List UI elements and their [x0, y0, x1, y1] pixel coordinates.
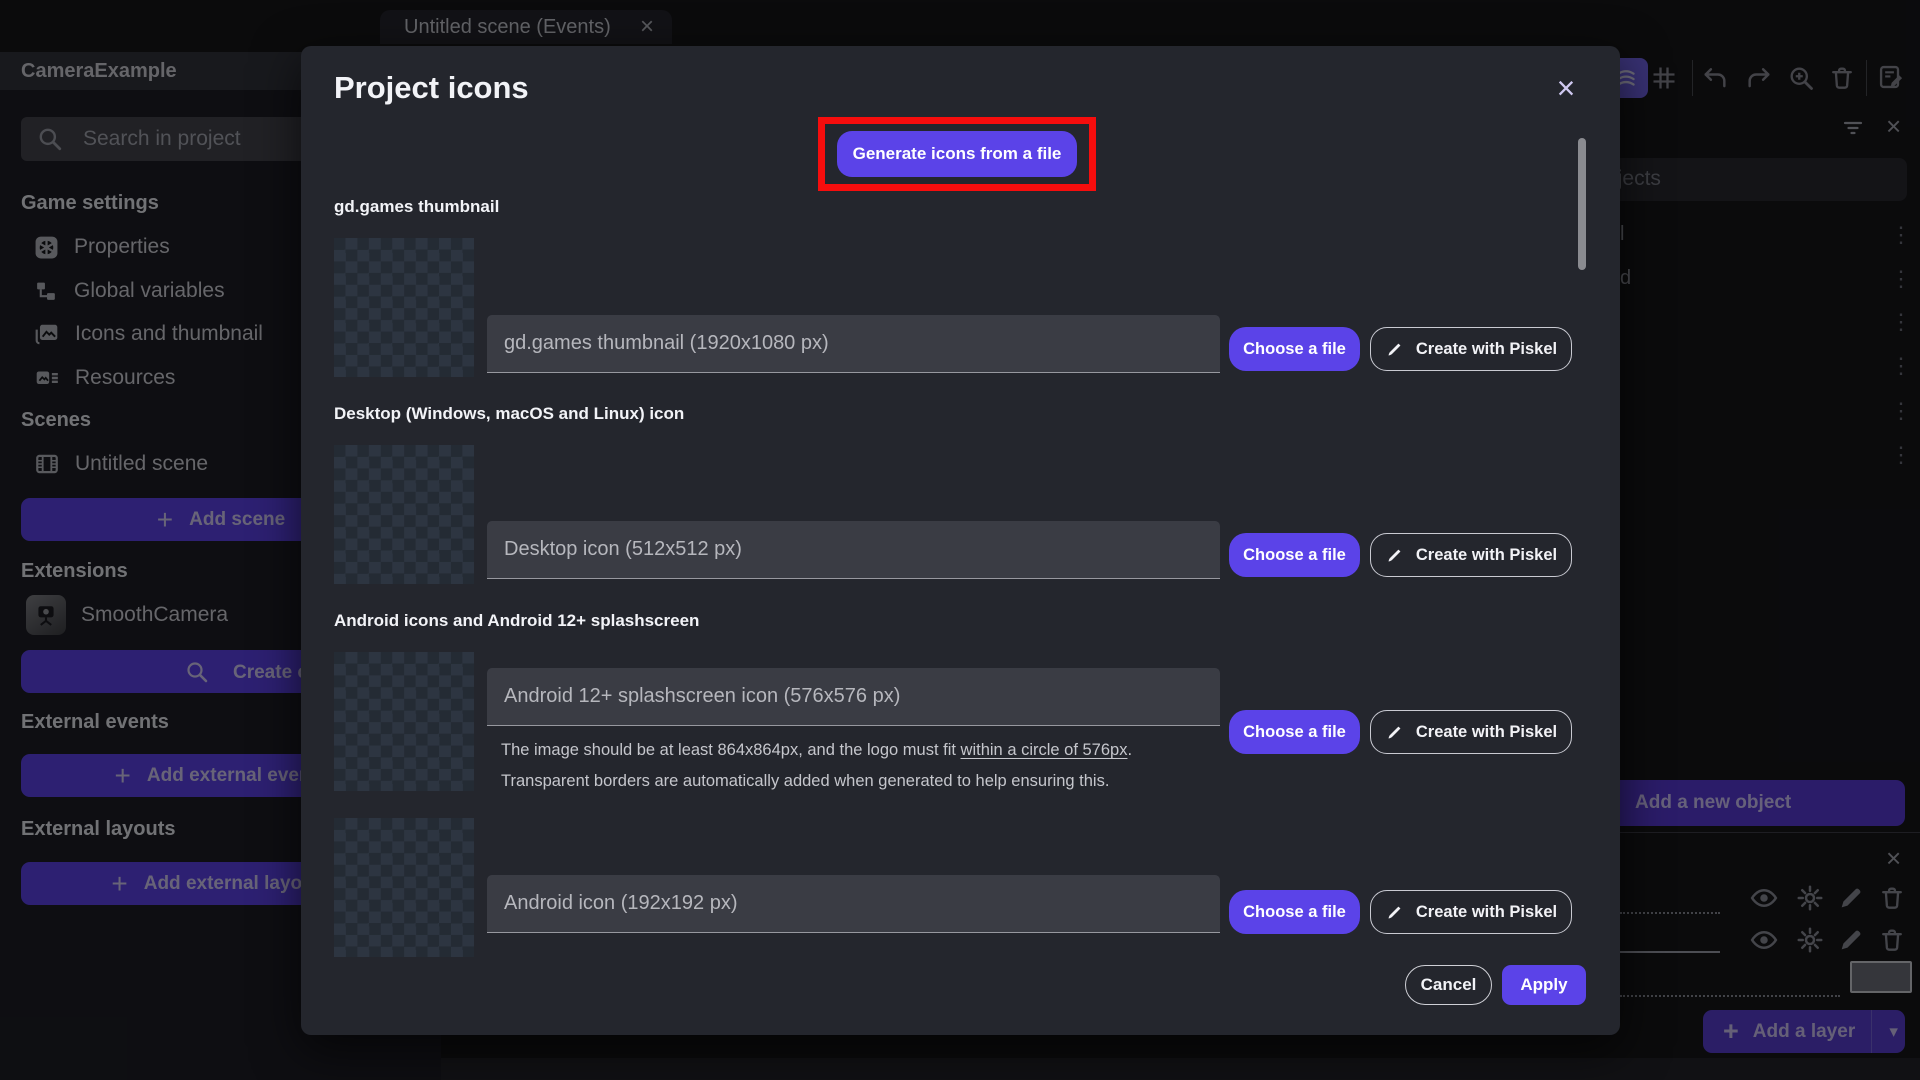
section-heading-gdgames: gd.games thumbnail [334, 197, 500, 216]
gdgames-thumbnail-field[interactable]: gd.games thumbnail (1920x1080 px) [487, 315, 1220, 373]
cancel-button[interactable]: Cancel [1405, 965, 1492, 1005]
choose-file-button-gdgames[interactable]: Choose a file [1229, 327, 1360, 371]
helper-line-2: Transparent borders are automatically ad… [501, 772, 1110, 790]
annotation-red-box: Generate icons from a file [818, 117, 1096, 191]
desktop-icon-preview [334, 445, 474, 584]
piskel-label: Create with Piskel [1415, 545, 1558, 564]
create-with-piskel-button-gdgames[interactable]: Create with Piskel [1370, 327, 1572, 371]
helper-line-1: The image should be at least 864x864px, … [501, 735, 1231, 766]
field-placeholder: Android 12+ splashscreen icon (576x576 p… [504, 685, 901, 707]
project-icons-dialog: Project icons × Generate icons from a fi… [301, 46, 1620, 1035]
app-root: Untitled scene (Events) × × Search objec… [0, 0, 1920, 1080]
choose-file-button-android-icon[interactable]: Choose a file [1229, 890, 1360, 934]
android-icon-field[interactable]: Android icon (192x192 px) [487, 875, 1220, 933]
apply-button[interactable]: Apply [1502, 965, 1586, 1005]
brush-icon [1385, 340, 1404, 359]
choose-file-button-splashscreen[interactable]: Choose a file [1229, 710, 1360, 754]
generate-icons-button[interactable]: Generate icons from a file [837, 131, 1077, 177]
brush-icon [1385, 903, 1404, 922]
brush-icon [1385, 546, 1404, 565]
section-heading-desktop: Desktop (Windows, macOS and Linux) icon [334, 404, 685, 423]
create-with-piskel-button-splashscreen[interactable]: Create with Piskel [1370, 710, 1572, 754]
field-placeholder: Desktop icon (512x512 px) [504, 538, 742, 560]
dialog-scrollbar-thumb[interactable] [1578, 138, 1586, 270]
brush-icon [1385, 723, 1404, 742]
field-placeholder: gd.games thumbnail (1920x1080 px) [504, 332, 829, 354]
desktop-icon-field[interactable]: Desktop icon (512x512 px) [487, 521, 1220, 579]
close-icon: × [1556, 70, 1576, 106]
android-splashscreen-field[interactable]: Android 12+ splashscreen icon (576x576 p… [487, 668, 1220, 726]
section-heading-android: Android icons and Android 12+ splashscre… [334, 611, 700, 630]
dialog-title: Project icons [334, 70, 529, 105]
android-icon-preview [334, 818, 474, 957]
piskel-label: Create with Piskel [1415, 722, 1558, 741]
field-placeholder: Android icon (192x192 px) [504, 892, 738, 914]
piskel-label: Create with Piskel [1415, 902, 1558, 921]
helper-text: . [1127, 741, 1133, 759]
android-splashscreen-helper-text: The image should be at least 864x864px, … [501, 735, 1231, 797]
dialog-close-button[interactable]: × [1550, 72, 1582, 104]
android-splashscreen-preview [334, 652, 474, 791]
create-with-piskel-button-android-icon[interactable]: Create with Piskel [1370, 890, 1572, 934]
choose-file-button-desktop[interactable]: Choose a file [1229, 533, 1360, 577]
piskel-label: Create with Piskel [1415, 339, 1558, 358]
helper-text: The image should be at least 864x864px, … [501, 741, 961, 759]
gdgames-thumbnail-preview [334, 238, 474, 377]
create-with-piskel-button-desktop[interactable]: Create with Piskel [1370, 533, 1572, 577]
helper-link-text[interactable]: within a circle of 576px [961, 741, 1128, 759]
